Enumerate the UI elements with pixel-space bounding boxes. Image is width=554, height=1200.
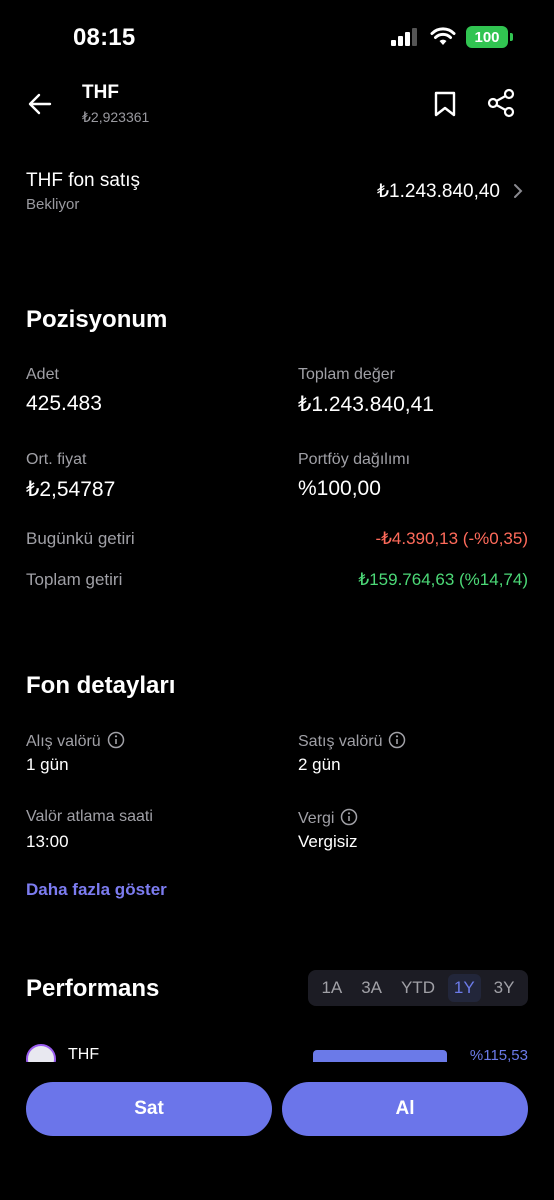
detail-label-cutoff-time: Valör atlama saati [26, 808, 153, 825]
position-value-quantity: 425.483 [26, 392, 102, 415]
pending-order-row[interactable]: THF fon satış Bekliyor ₺1.243.840,40 [26, 166, 526, 220]
status-time: 08:15 [73, 24, 136, 51]
detail-label-tax: Vergi [298, 808, 358, 828]
page-title: THF [82, 82, 119, 103]
info-icon[interactable] [340, 808, 358, 826]
tab-3a[interactable]: 3A [355, 974, 388, 1002]
tab-ytd[interactable]: YTD [395, 974, 441, 1002]
detail-label-sell-settlement: Satış valörü [298, 731, 406, 751]
position-label-total-value: Toplam değer [298, 366, 395, 383]
detail-value-buy-settlement: 1 gün [26, 755, 69, 774]
detail-label-buy-settlement-text: Alış valörü [26, 733, 101, 750]
daily-return-label: Bugünkü getiri [26, 529, 135, 548]
info-icon[interactable] [388, 731, 406, 749]
chevron-right-icon [514, 184, 523, 198]
performance-fund-name: THF [68, 1046, 100, 1062]
status-icons: 100 [390, 26, 513, 48]
fund-logo-icon [26, 1044, 56, 1062]
performance-period-tabs: 1A 3A YTD 1Y 3Y [308, 970, 528, 1006]
order-amount: ₺1.243.840,40 [376, 181, 500, 202]
detail-label-sell-settlement-text: Satış valörü [298, 733, 383, 750]
back-arrow-icon[interactable] [26, 90, 54, 118]
position-value-avg-price: ₺2,54787 [26, 478, 116, 501]
detail-label-buy-settlement: Alış valörü [26, 731, 125, 751]
tab-1a[interactable]: 1A [315, 974, 348, 1002]
total-return-label: Toplam getiri [26, 570, 123, 589]
info-icon[interactable] [107, 731, 125, 749]
detail-value-sell-settlement: 2 gün [298, 755, 341, 774]
action-buttons: Sat Al [26, 1082, 528, 1136]
position-label-quantity: Adet [26, 366, 59, 383]
tab-1y[interactable]: 1Y [447, 974, 481, 1002]
performance-section-title: Performans [26, 975, 160, 1002]
performance-bar [313, 1050, 447, 1062]
wifi-icon [430, 27, 456, 45]
battery-indicator: 100 [466, 26, 513, 48]
detail-value-cutoff-time: 13:00 [26, 832, 69, 851]
bookmark-icon[interactable] [432, 90, 458, 118]
position-label-allocation: Portföy dağılımı [298, 451, 411, 468]
position-value-total-value: ₺1.243.840,41 [298, 393, 434, 416]
position-label-avg-price: Ort. fiyat [26, 451, 87, 468]
position-value-allocation: %100,00 [298, 477, 381, 500]
tab-3y[interactable]: 3Y [488, 974, 521, 1002]
detail-label-tax-text: Vergi [298, 810, 335, 827]
daily-return-value: -₺4.390,13 (-%0,35) [375, 529, 528, 548]
nav-header: THF ₺2,923361 [0, 76, 554, 138]
total-return-value: ₺159.764,63 (%14,74) [358, 570, 528, 589]
header-price: ₺2,923361 [82, 109, 150, 125]
performance-fund-value: %115,53 [469, 1047, 528, 1062]
detail-value-tax: Vergisiz [298, 832, 358, 851]
fund-details-section-title: Fon detayları [26, 672, 176, 699]
status-bar: 08:15 100 [0, 0, 554, 76]
performance-fund-row: THF %115,53 [26, 1044, 528, 1062]
order-title: THF fon satış [26, 170, 141, 191]
buy-button[interactable]: Al [282, 1082, 528, 1136]
cellular-signal-icon [391, 28, 417, 46]
share-icon[interactable] [486, 88, 516, 118]
sell-button[interactable]: Sat [26, 1082, 272, 1136]
position-section-title: Pozisyonum [26, 306, 168, 333]
show-more-link[interactable]: Daha fazla göster [26, 880, 167, 900]
order-status: Bekliyor [26, 196, 80, 213]
